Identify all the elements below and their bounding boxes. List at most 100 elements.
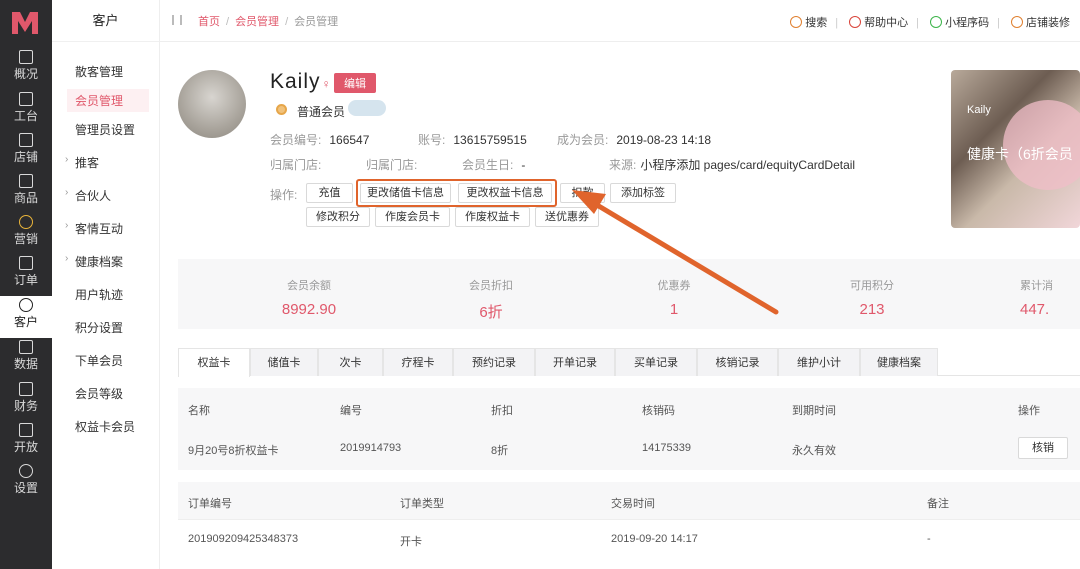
nav-customers[interactable]: 客户 xyxy=(0,296,52,338)
search-button[interactable]: 搜索 xyxy=(790,16,827,29)
stat-points: 可用积分 213 xyxy=(850,280,894,318)
submenu-item-tracks[interactable]: 用户轨迹 xyxy=(75,286,123,303)
help-button[interactable]: 帮助中心 xyxy=(849,16,908,29)
edit-equity-card-button[interactable]: 更改权益卡信息 xyxy=(458,183,552,203)
tab-verifications[interactable]: 核销记录 xyxy=(697,348,778,376)
col-number: 编号 xyxy=(340,405,362,417)
nav-workbench[interactable]: 工台 xyxy=(0,90,52,130)
stat-total-spend: 累计消 447. xyxy=(1020,280,1053,318)
col-action: 操作 xyxy=(1018,405,1040,417)
table-cell: 2019914793 xyxy=(340,442,402,454)
tab-count-card[interactable]: 次卡 xyxy=(318,348,383,376)
chevron-right-icon: › xyxy=(65,220,69,231)
nav-goods[interactable]: 商品 xyxy=(0,172,52,212)
breadcrumb: 首页 / 会员管理 / 会员管理 xyxy=(198,16,339,28)
submenu-item-ordering[interactable]: 下单会员 xyxy=(75,352,123,369)
breadcrumb-parent[interactable]: 会员管理 xyxy=(235,16,279,28)
nav-data[interactable]: 数据 xyxy=(0,338,52,378)
equity-card-table: 名称 编号 折扣 核销码 到期时间 操作 9月20号8折权益卡 20199147… xyxy=(178,388,1080,470)
female-icon: ♀ xyxy=(321,77,332,91)
void-member-card-button[interactable]: 作废会员卡 xyxy=(375,207,450,227)
void-equity-card-button[interactable]: 作废权益卡 xyxy=(455,207,530,227)
table-cell: 2019-09-20 14:17 xyxy=(611,533,698,545)
ops-label: 操作: xyxy=(270,188,298,202)
submenu-item-promoters[interactable]: › 推客 xyxy=(65,154,99,171)
recharge-button[interactable]: 充值 xyxy=(306,183,353,203)
table-cell: 8折 xyxy=(491,445,509,457)
collapse-icon[interactable] xyxy=(172,15,182,25)
tab-billing[interactable]: 开单记录 xyxy=(535,348,615,376)
edit-points-button[interactable]: 修改积分 xyxy=(306,207,370,227)
tab-appointments[interactable]: 预约记录 xyxy=(453,348,535,376)
edit-stored-card-button[interactable]: 更改储值卡信息 xyxy=(360,183,451,203)
submenu-item-levels[interactable]: 会员等级 xyxy=(75,385,123,402)
submenu-item-points[interactable]: 积分设置 xyxy=(75,319,123,336)
member-store-secondary: 归属门店: xyxy=(366,158,418,172)
nav-finance[interactable]: 财务 xyxy=(0,380,52,420)
col-trade-time: 交易时间 xyxy=(611,498,655,510)
nav-overview[interactable]: 概况 xyxy=(0,48,52,88)
stat-coupons: 优惠券 1 xyxy=(657,280,691,318)
submenu-item-partners[interactable]: › 合伙人 xyxy=(65,187,111,204)
member-level: 普通会员 xyxy=(297,105,346,119)
nav-marketing[interactable]: 营销 xyxy=(0,213,52,253)
nav-open[interactable]: 开放 xyxy=(0,421,52,461)
chevron-right-icon: › xyxy=(65,154,69,165)
col-name: 名称 xyxy=(188,405,210,417)
miniprogram-button[interactable]: 小程序码 xyxy=(930,16,989,29)
monitor-icon xyxy=(19,92,33,106)
tab-stored-card[interactable]: 储值卡 xyxy=(250,348,318,376)
col-code: 核销码 xyxy=(642,405,675,417)
top-actions: 搜索 | 帮助中心 | 小程序码 | 店铺装修 xyxy=(782,14,1070,30)
chevron-right-icon: › xyxy=(65,187,69,198)
breadcrumb-home[interactable]: 首页 xyxy=(198,16,220,28)
top-bar: 首页 / 会员管理 / 会员管理 搜索 | 帮助中心 | 小程序码 | 店铺装修 xyxy=(160,0,1080,42)
nav-orders[interactable]: 订单 xyxy=(0,254,52,294)
search-icon xyxy=(790,16,803,28)
deduct-button[interactable]: 扣款 xyxy=(560,183,605,203)
tab-health-records[interactable]: 健康档案 xyxy=(860,348,938,376)
submenu-item-equity[interactable]: 权益卡会员 xyxy=(75,418,135,435)
nav-store[interactable]: 店铺 xyxy=(0,131,52,171)
banner-title: 健康卡（6折会员 xyxy=(967,146,1073,162)
bag-icon xyxy=(19,174,33,188)
table-cell: 永久有效 xyxy=(792,445,836,457)
decorate-button[interactable]: 店铺装修 xyxy=(1011,16,1070,29)
col-remark: 备注 xyxy=(927,498,949,510)
avatar xyxy=(178,70,246,138)
tab-maintenance[interactable]: 维护小计 xyxy=(778,348,860,376)
submenu-item-interaction[interactable]: › 客情互动 xyxy=(65,220,123,237)
order-icon xyxy=(19,256,33,270)
breadcrumb-current: 会员管理 xyxy=(294,16,339,28)
data-icon xyxy=(19,340,33,354)
chart-icon xyxy=(19,50,33,64)
verify-button[interactable]: 核销 xyxy=(1018,437,1068,459)
submenu-item-members[interactable]: 会员管理 xyxy=(67,89,149,112)
gear-icon xyxy=(19,464,33,478)
submenu-item-admins[interactable]: 管理员设置 xyxy=(75,121,135,138)
edit-button[interactable]: 编辑 xyxy=(334,73,376,93)
submenu-item-walkin[interactable]: 散客管理 xyxy=(75,63,123,80)
nav-settings[interactable]: 设置 xyxy=(0,462,52,502)
card-banner-image: Kaily 健康卡（6折会员 xyxy=(951,70,1080,228)
brush-icon xyxy=(1011,16,1023,28)
member-name: Kaily♀ xyxy=(270,70,332,93)
submenu-item-health[interactable]: › 健康档案 xyxy=(65,253,123,270)
order-table-header: 订单编号 订单类型 交易时间 备注 xyxy=(178,482,1080,520)
tab-course-card[interactable]: 疗程卡 xyxy=(383,348,453,376)
send-coupon-button[interactable]: 送优惠券 xyxy=(535,207,599,227)
table-cell: 14175339 xyxy=(642,442,691,454)
stat-balance: 会员余额 8992.90 xyxy=(281,280,337,318)
add-tag-button[interactable]: 添加标签 xyxy=(610,183,676,203)
tab-equity-card[interactable]: 权益卡 xyxy=(178,348,250,377)
tab-purchases[interactable]: 买单记录 xyxy=(615,348,697,376)
order-table: 订单编号 订单类型 交易时间 备注 201909209425348373 开卡 … xyxy=(178,482,1080,569)
banner-name: Kaily xyxy=(967,104,991,116)
member-account: 账号: 13615759515 xyxy=(418,133,527,147)
member-source: 来源: 小程序添加 pages/card/equityCardDetail xyxy=(609,158,856,172)
chevron-right-icon: › xyxy=(65,253,69,264)
code-icon xyxy=(19,423,33,437)
finance-icon xyxy=(19,382,33,396)
table-cell: 201909209425348373 xyxy=(188,533,299,545)
member-stats: 会员余额 8992.90 会员折扣 6折 优惠券 1 可用积分 213 累计消 447. xyxy=(178,259,1080,329)
